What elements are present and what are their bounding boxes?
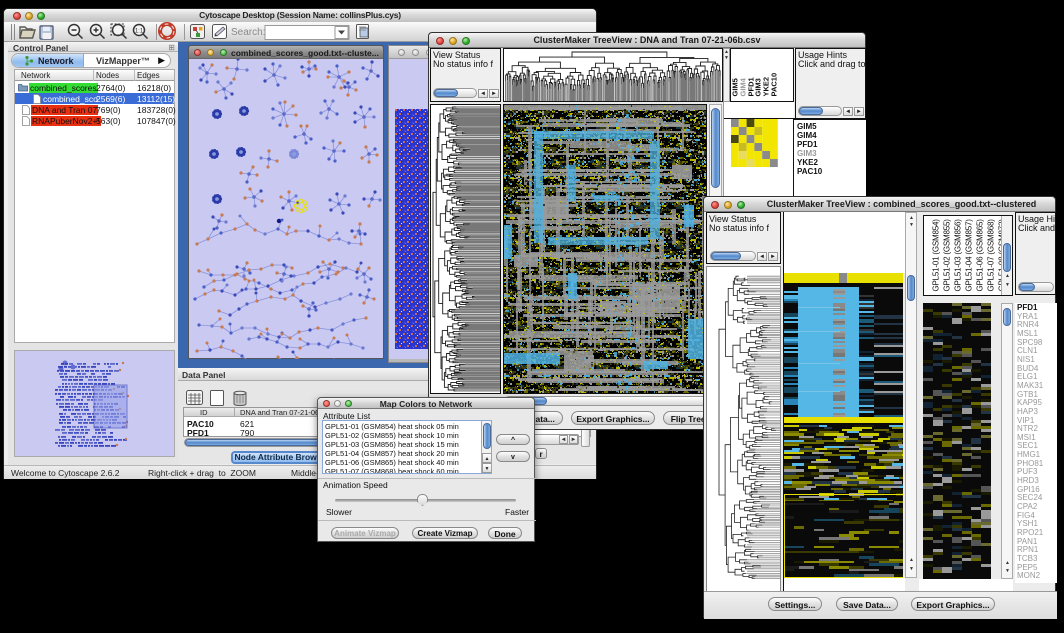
svg-text:1:1: 1:1	[135, 29, 144, 35]
svg-text:Search:: Search:	[231, 27, 265, 38]
